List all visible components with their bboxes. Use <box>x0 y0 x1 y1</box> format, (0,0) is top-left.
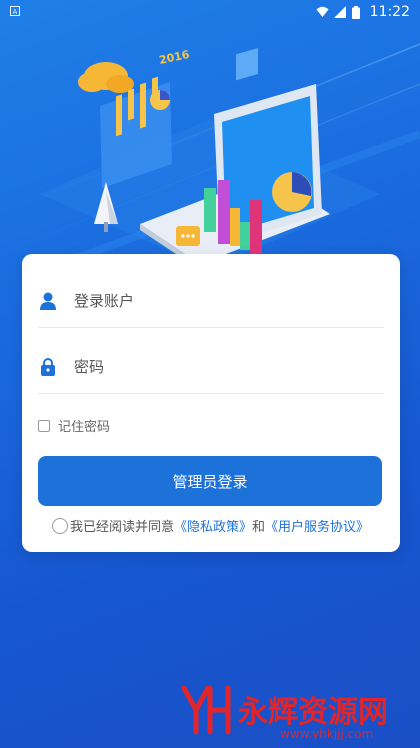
account-input[interactable] <box>74 291 354 310</box>
agreement-row: 我已经阅读并同意 《隐私政策》 和 《用户服务协议》 <box>52 516 369 535</box>
account-field <box>38 274 384 328</box>
admin-login-button[interactable]: 管理员登录 <box>38 456 382 506</box>
cloud-icon <box>78 62 134 93</box>
svg-text:永辉资源网: 永辉资源网 <box>238 695 388 730</box>
password-field <box>38 340 384 394</box>
agree-and: 和 <box>252 520 266 535</box>
terms-link[interactable]: 《用户服务协议》 <box>265 516 369 535</box>
privacy-policy-link[interactable]: 《隐私政策》 <box>174 516 252 535</box>
login-card: 记住密码 管理员登录 我已经阅读并同意 《隐私政策》 和 《用户服务协议》 <box>22 254 400 552</box>
lock-icon <box>38 357 58 377</box>
remember-label: 记住密码 <box>58 420 111 435</box>
hero-illustration: 2016 <box>0 24 420 270</box>
android-notification-icon: A <box>10 5 20 19</box>
signal-icon <box>333 6 346 18</box>
svg-text:A: A <box>13 8 18 16</box>
svg-text:2016: 2016 <box>158 48 191 67</box>
user-icon <box>38 291 58 311</box>
status-time: 11:22 <box>369 4 410 20</box>
agree-prefix: 我已经阅读并同意 <box>70 520 175 535</box>
password-input[interactable] <box>74 357 354 376</box>
battery-icon <box>351 6 364 19</box>
svg-text:www.yhkjjj.com: www.yhkjjj.com <box>280 727 373 740</box>
remember-checkbox[interactable] <box>38 419 50 432</box>
agree-radio[interactable] <box>52 517 68 534</box>
wifi-icon <box>316 6 329 18</box>
status-bar: A 11:22 <box>0 0 420 24</box>
remember-password[interactable]: 记住密码 <box>38 416 110 435</box>
watermark-logo: 永辉资源网 www.yhkjjj.com <box>180 682 412 741</box>
